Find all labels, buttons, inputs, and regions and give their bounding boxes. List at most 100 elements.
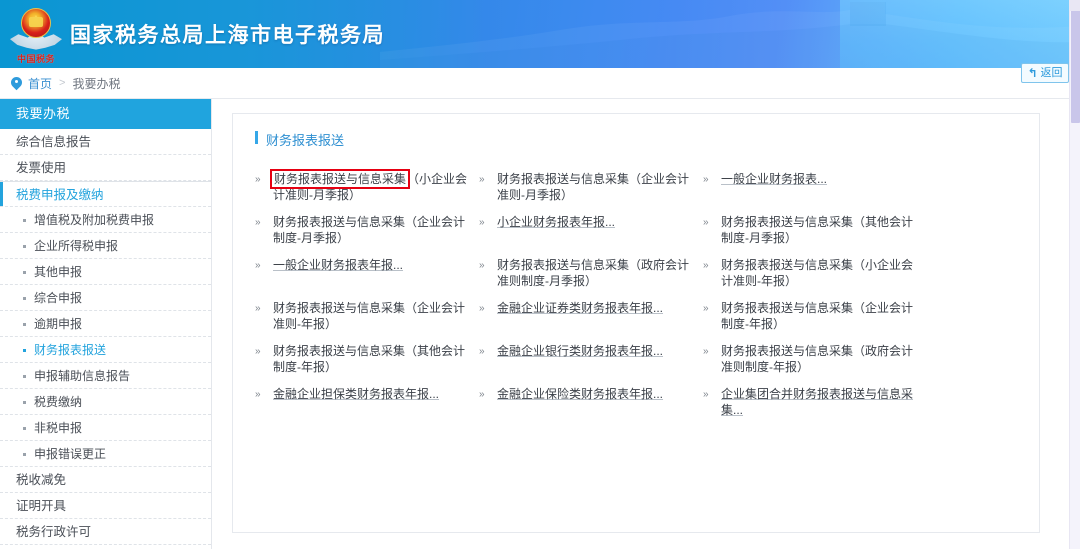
sidebar-item-3[interactable]: 增值税及附加税费申报: [0, 207, 211, 233]
service-link-cell: » 企业集团合并财务报表报送与信息采集...: [703, 386, 937, 429]
service-link-cell: » 金融企业保险类财务报表年报...: [479, 386, 703, 429]
scrollbar-thumb[interactable]: [1071, 1, 1080, 123]
service-link-1[interactable]: 财务报表报送与信息采集（企业会计准则-月季报）: [497, 171, 693, 203]
service-link-2[interactable]: 一般企业财务报表...: [721, 171, 827, 187]
service-link-cell: » 财务报表报送与信息采集（小企业会计准则-月季报）: [255, 169, 479, 214]
service-link-12[interactable]: 财务报表报送与信息采集（其他会计制度-年报）: [273, 343, 469, 375]
tax-bureau-emblem: 中国税务: [8, 3, 64, 65]
double-chevron-icon: »: [255, 389, 261, 400]
double-chevron-icon: »: [479, 260, 485, 271]
service-link-cell: » 财务报表报送与信息采集（其他会计制度-月季报）: [703, 214, 937, 257]
sidebar-item-2[interactable]: 税费申报及缴纳: [0, 181, 211, 207]
double-chevron-icon: »: [703, 174, 709, 185]
service-link-cell: » 财务报表报送与信息采集（政府会计准则制度-月季报）: [479, 257, 703, 300]
sidebar-item-4[interactable]: 企业所得税申报: [0, 233, 211, 259]
double-chevron-icon: »: [479, 389, 485, 400]
service-link-14[interactable]: 财务报表报送与信息采集（政府会计准则制度-年报）: [721, 343, 921, 375]
page-body: 我要办税 综合信息报告 发票使用税费申报及缴纳增值税及附加税费申报 企业所得税申报其…: [0, 63, 1080, 549]
sidebar-item-9[interactable]: 申报辅助信息报告: [0, 363, 211, 389]
double-chevron-icon: »: [255, 346, 261, 357]
page-scrollbar[interactable]: [1069, 0, 1080, 549]
double-chevron-icon: »: [255, 174, 261, 185]
double-chevron-icon: »: [479, 346, 485, 357]
service-link-10[interactable]: 金融企业证券类财务报表年报...: [497, 300, 663, 316]
service-link-cell: » 一般企业财务报表...: [703, 171, 937, 214]
app-header: 中国税务 国家税务总局上海市电子税务局: [0, 0, 1080, 68]
double-chevron-icon: »: [703, 389, 709, 400]
sidebar-item-label: 逾期申报: [34, 317, 83, 331]
main-content: ↰ 返回 财务报表报送 » 财务报表报送与信息采集（小企业会计准则-月季报）» 财务…: [212, 63, 1080, 549]
service-link-cell: » 金融企业担保类财务报表年报...: [255, 386, 479, 429]
service-link-cell: » 财务报表报送与信息采集（企业会计准则-月季报）: [479, 171, 703, 214]
sidebar-item-0[interactable]: 综合信息报告: [0, 129, 211, 155]
breadcrumb-home-link[interactable]: 首页: [28, 75, 52, 92]
service-link-11[interactable]: 财务报表报送与信息采集（企业会计制度-年报）: [721, 300, 921, 332]
service-link-13[interactable]: 金融企业银行类财务报表年报...: [497, 343, 663, 359]
breadcrumb-current: 我要办税: [72, 76, 121, 91]
sidebar-item-label: 税收减免: [16, 473, 67, 487]
sidebar: 我要办税 综合信息报告 发票使用税费申报及缴纳增值税及附加税费申报 企业所得税申报其…: [0, 99, 212, 549]
sidebar-item-label: 企业所得税申报: [34, 239, 119, 253]
double-chevron-icon: »: [479, 174, 485, 185]
double-chevron-icon: »: [479, 303, 485, 314]
double-chevron-icon: »: [703, 217, 709, 228]
sidebar-item-11[interactable]: 非税申报: [0, 415, 211, 441]
double-chevron-icon: »: [255, 260, 261, 271]
service-link-grid: » 财务报表报送与信息采集（小企业会计准则-月季报） » 财务报表报送与信息采集（企业…: [255, 169, 1039, 429]
service-link-4[interactable]: 小企业财务报表年报...: [497, 214, 615, 230]
sidebar-item-14[interactable]: 证明开具: [0, 493, 211, 519]
service-link-6[interactable]: 一般企业财务报表年报...: [273, 257, 403, 273]
double-chevron-icon: »: [703, 303, 709, 314]
emblem-star-icon: [32, 14, 40, 21]
service-link-15[interactable]: 金融企业担保类财务报表年报...: [273, 386, 439, 402]
red-highlight-box: 财务报表报送与信息采集: [269, 169, 411, 189]
service-panel: 财务报表报送 » 财务报表报送与信息采集（小企业会计准则-月季报） » 财务报表报送与…: [232, 113, 1040, 533]
sidebar-item-6[interactable]: 综合申报: [0, 285, 211, 311]
sidebar-item-label: 发票使用: [16, 161, 67, 175]
sidebar-item-label: 综合信息报告: [16, 135, 92, 149]
double-chevron-icon: »: [703, 346, 709, 357]
panel-title: 财务报表报送: [255, 130, 1039, 149]
service-link-cell: » 小企业财务报表年报...: [479, 214, 703, 257]
double-chevron-icon: »: [703, 260, 709, 271]
sidebar-item-label: 增值税及附加税费申报: [34, 213, 155, 227]
page-title: 国家税务总局上海市电子税务局: [70, 24, 385, 47]
service-link-cell: » 财务报表报送与信息采集（政府会计准则制度-年报）: [703, 343, 937, 386]
service-link-7[interactable]: 财务报表报送与信息采集（政府会计准则制度-月季报）: [497, 257, 693, 289]
location-pin-icon: [11, 77, 22, 90]
sidebar-item-label: 申报辅助信息报告: [34, 369, 131, 383]
service-link-cell: » 财务报表报送与信息采集（其他会计制度-年报）: [255, 343, 479, 386]
double-chevron-icon: »: [255, 303, 261, 314]
return-button-label: 返回: [1040, 66, 1063, 79]
sidebar-item-10[interactable]: 税费缴纳: [0, 389, 211, 415]
service-link-cell: » 金融企业证券类财务报表年报...: [479, 300, 703, 343]
sidebar-item-label: 综合申报: [34, 291, 83, 305]
service-link-cell: » 一般企业财务报表年报...: [255, 257, 479, 300]
sidebar-item-label: 其他申报: [34, 265, 83, 279]
double-chevron-icon: »: [479, 217, 485, 228]
service-link-cell: » 财务报表报送与信息采集（企业会计准则-年报）: [255, 300, 479, 343]
service-link-9[interactable]: 财务报表报送与信息采集（企业会计准则-年报）: [273, 300, 469, 332]
service-link-8[interactable]: 财务报表报送与信息采集（小企业会计准则-年报）: [721, 257, 921, 289]
service-link-0[interactable]: 财务报表报送与信息采集（小企业会计准则-月季报）: [269, 169, 469, 203]
sidebar-item-1[interactable]: 发票使用: [0, 155, 211, 181]
service-link-3[interactable]: 财务报表报送与信息采集（企业会计制度-月季报）: [273, 214, 469, 246]
sidebar-item-15[interactable]: 税务行政许可: [0, 519, 211, 545]
sidebar-item-label: 税费申报及缴纳: [16, 188, 104, 202]
service-link-5[interactable]: 财务报表报送与信息采集（其他会计制度-月季报）: [721, 214, 921, 246]
sidebar-menu: 综合信息报告 发票使用税费申报及缴纳增值税及附加税费申报 企业所得税申报 其他申报综合…: [0, 129, 211, 545]
scrollbar-up-button[interactable]: [1069, 0, 1080, 11]
service-link-cell: » 财务报表报送与信息采集（企业会计制度-年报）: [703, 300, 937, 343]
sidebar-item-5[interactable]: 其他申报: [0, 259, 211, 285]
sidebar-heading: 我要办税: [0, 99, 211, 129]
service-link-17[interactable]: 企业集团合并财务报表报送与信息采集...: [721, 386, 921, 418]
sidebar-item-8[interactable]: 财务报表报送: [0, 337, 211, 363]
service-link-cell: » 财务报表报送与信息采集（小企业会计准则-年报）: [703, 257, 937, 300]
sidebar-item-7[interactable]: 逾期申报: [0, 311, 211, 337]
service-link-16[interactable]: 金融企业保险类财务报表年报...: [497, 386, 663, 402]
breadcrumb: 首页 > 我要办税: [0, 68, 1080, 99]
sidebar-item-12[interactable]: 申报错误更正: [0, 441, 211, 467]
sidebar-item-label: 财务报表报送: [34, 343, 107, 357]
emblem-national-disc-icon: [21, 8, 51, 38]
sidebar-item-13[interactable]: 税收减免: [0, 467, 211, 493]
